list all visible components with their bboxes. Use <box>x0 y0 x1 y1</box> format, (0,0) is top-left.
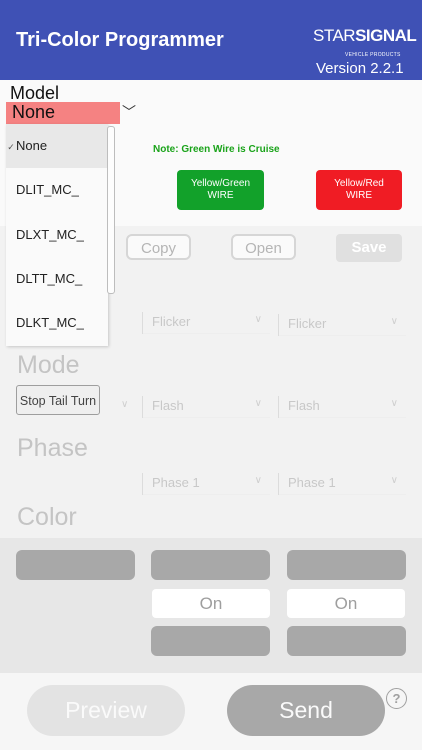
wire-green-line2: WIRE <box>207 190 234 201</box>
chevron-down-icon: ∨ <box>254 475 262 486</box>
color-button-2b[interactable] <box>151 626 270 656</box>
check-icon: ✓ <box>7 142 15 152</box>
color-button-3[interactable] <box>287 550 406 580</box>
note-text: Note: Green Wire is Cruise <box>153 144 280 155</box>
chevron-down-icon: ∨ <box>390 475 398 486</box>
divider <box>142 312 143 334</box>
wire-red-line1: Yellow/Red <box>334 178 384 189</box>
phase-select-2[interactable]: Phase 1 ∨ <box>142 473 270 495</box>
mode-select-2[interactable]: Flash ∨ <box>142 396 270 418</box>
model-option[interactable]: DLXT_MC_ <box>6 213 108 257</box>
option-label: DLIT_MC_ <box>16 182 79 197</box>
color-button-2[interactable] <box>151 550 270 580</box>
send-button[interactable]: Send <box>227 685 385 736</box>
copy-button[interactable]: Copy <box>126 234 191 260</box>
phase-value-2: Phase 1 <box>152 475 200 490</box>
option-label: DLKT_MC_ <box>16 315 84 330</box>
pattern-select-3[interactable]: Flicker ∨ <box>278 314 406 336</box>
color-label: Color <box>17 503 77 531</box>
preview-button[interactable]: Preview <box>27 685 185 736</box>
model-select-value: None <box>12 102 56 122</box>
chevron-down-icon[interactable]: ∨ <box>121 399 128 410</box>
option-label: None <box>16 138 48 153</box>
chevron-down-icon: ∨ <box>390 398 398 409</box>
app-title: Tri-Color Programmer <box>16 29 224 51</box>
color-button-1[interactable] <box>16 550 135 580</box>
divider <box>278 396 279 418</box>
logo-subtitle: VEHICLE PRODUCTS <box>345 52 401 58</box>
on-toggle-3[interactable]: On <box>287 589 405 618</box>
logo-bold: SIGNAL <box>355 26 417 45</box>
help-icon[interactable]: ? <box>386 688 407 709</box>
option-label: DLTT_MC_ <box>16 271 83 286</box>
divider <box>142 396 143 418</box>
mode-label: Mode <box>17 351 80 379</box>
logo-light: STAR <box>313 26 356 45</box>
yellow-green-wire-button[interactable]: Yellow/Green WIRE <box>177 170 264 210</box>
model-option-none[interactable]: ✓None <box>6 124 108 168</box>
yellow-red-wire-button[interactable]: Yellow/Red WIRE <box>316 170 402 210</box>
phase-select-3[interactable]: Phase 1 ∨ <box>278 473 406 495</box>
divider <box>142 473 143 495</box>
mode-select-1[interactable]: Stop Tail Turn <box>16 385 100 415</box>
divider <box>278 314 279 336</box>
chevron-down-icon: ∨ <box>390 316 398 327</box>
on-toggle-2[interactable]: On <box>152 589 270 618</box>
chevron-down-icon: ∨ <box>254 314 262 325</box>
phase-label: Phase <box>17 434 88 462</box>
pattern-select-2[interactable]: Flicker ∨ <box>142 312 270 334</box>
open-button[interactable]: Open <box>231 234 296 260</box>
pattern-value-3: Flicker <box>288 316 327 331</box>
pattern-value-2: Flicker <box>152 314 191 329</box>
model-option[interactable]: DLKT_MC_ <box>6 301 108 345</box>
phase-value-3: Phase 1 <box>288 475 336 490</box>
mode-value-2: Flash <box>152 398 184 413</box>
wire-red-line2: WIRE <box>345 190 373 201</box>
chevron-down-icon: ∨ <box>254 398 262 409</box>
brand-logo: STARSIGNAL <box>313 26 417 46</box>
model-select[interactable]: None <box>6 102 120 124</box>
version-label: Version 2.2.1 <box>316 60 404 77</box>
save-button[interactable]: Save <box>336 234 402 262</box>
model-label: Model <box>10 83 60 103</box>
color-button-3b[interactable] <box>287 626 406 656</box>
wire-green-line1: Yellow/Green <box>190 178 251 189</box>
mode-select-3[interactable]: Flash ∨ <box>278 396 406 418</box>
model-option[interactable]: DLIT_MC_ <box>6 168 108 212</box>
divider <box>278 473 279 495</box>
mode-value-3: Flash <box>288 398 320 413</box>
model-option[interactable]: DLTT_MC_ <box>6 257 108 301</box>
dropdown-scrollbar[interactable] <box>107 126 115 294</box>
chevron-down-icon[interactable]: ﹀ <box>122 102 136 122</box>
model-dropdown-list: ✓None DLIT_MC_ DLXT_MC_ DLTT_MC_ DLKT_MC… <box>6 124 108 346</box>
option-label: DLXT_MC_ <box>16 227 84 242</box>
